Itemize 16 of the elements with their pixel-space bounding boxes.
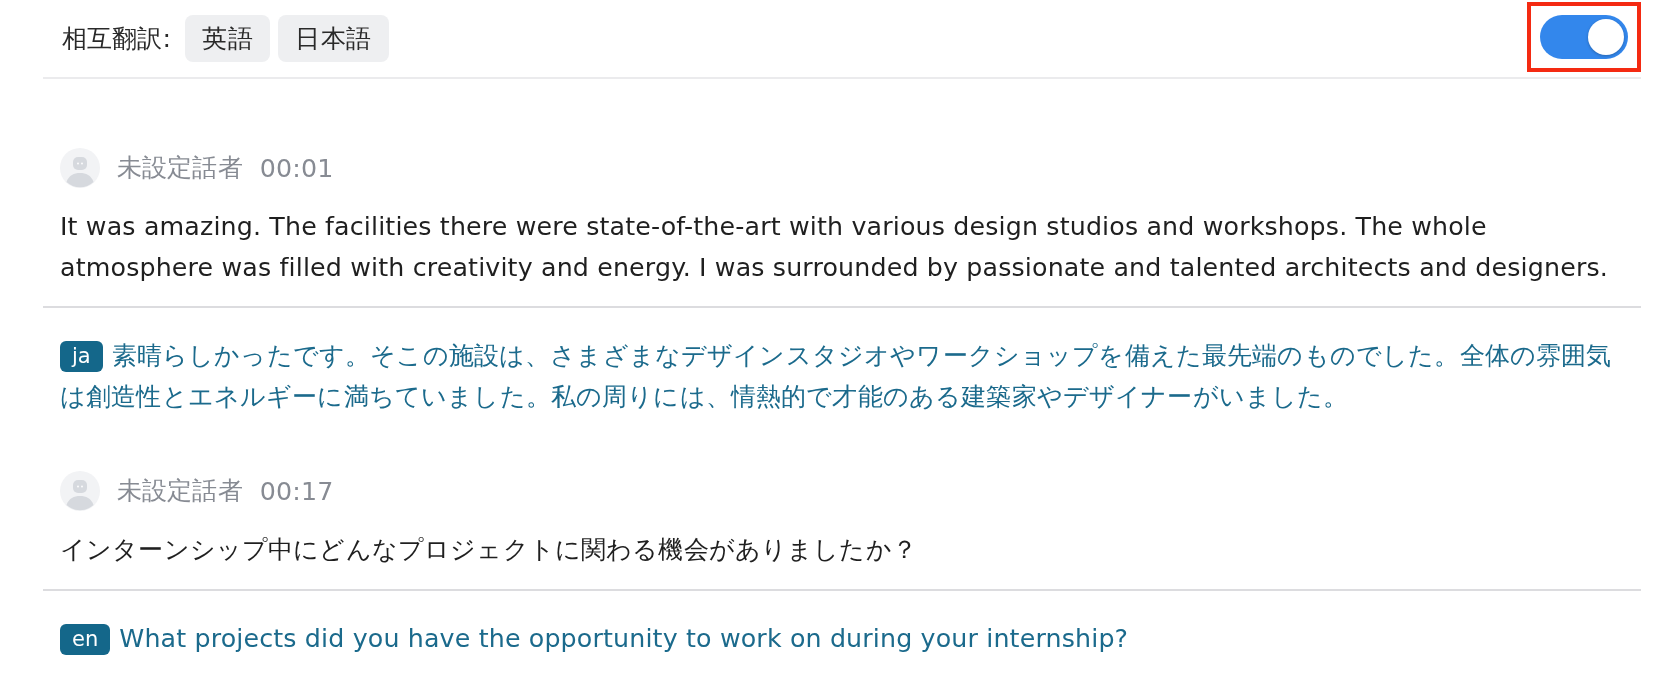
toggle-switch[interactable] bbox=[1540, 14, 1628, 59]
avatar-icon bbox=[60, 148, 100, 188]
translation-text: en What projects did you have the opportunity to work on during your internship? bbox=[60, 618, 1634, 659]
language-badge: ja bbox=[60, 341, 103, 372]
language-chip[interactable]: 日本語 bbox=[278, 15, 389, 62]
translation-text: ja 素晴らしかったです。そこの施設は、さまざまなデザインスタジオやワークショップを備えた最先端のものでした。全体の雰囲気は創造性とエネルギーに満ちていました。私の周りには、情熱的で才能のある建築家やデザイナーがいました。 bbox=[60, 340, 1613, 413]
timestamp: 00:17 bbox=[259, 476, 334, 506]
language-chip[interactable]: 英語 bbox=[185, 15, 271, 62]
language-badge: en bbox=[60, 623, 111, 655]
translation-label: 相互翻訳: bbox=[62, 22, 172, 55]
transcript-text: It was amazing. The facilities there were state-of-the-art with various design studios and workshops. The whole atmosphere was filled with creativity and energy. I was surrounded by passionate and talented architects and designers. bbox=[60, 211, 1608, 284]
avatar-icon bbox=[60, 471, 100, 511]
transcript-text: インターンシップ中にどんなプロジェクトに関わる機会がありましたか？ bbox=[60, 534, 918, 566]
speaker-name: 未設定話者 bbox=[117, 152, 243, 184]
timestamp: 00:01 bbox=[259, 153, 334, 183]
speaker-name: 未設定話者 bbox=[117, 475, 243, 507]
